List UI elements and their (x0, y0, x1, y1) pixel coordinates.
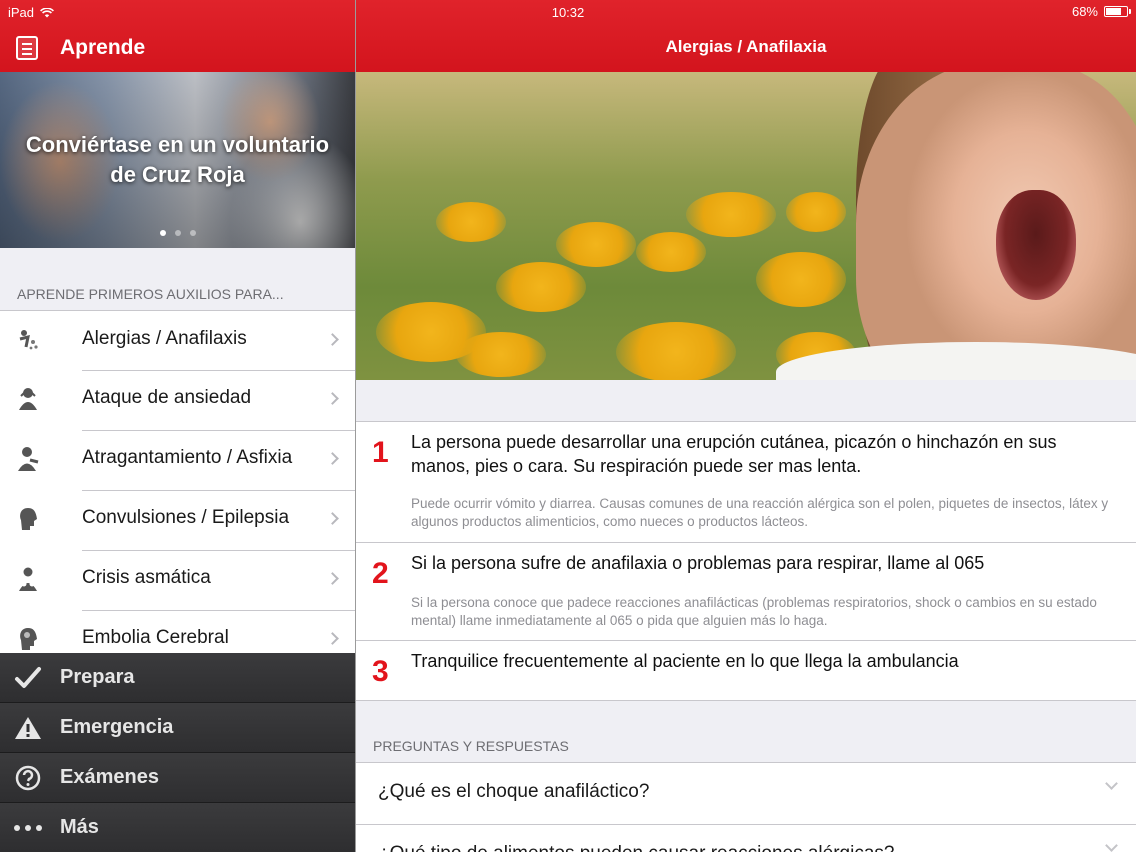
topic-list: Alergias / Anafilaxis Ataque de ansiedad… (0, 310, 355, 670)
step-sub-text: Si la persona conoce que padece reaccion… (411, 595, 1097, 628)
section-header: APRENDE PRIMEROS AUXILIOS PARA... (0, 248, 355, 310)
left-header: Aprende (0, 24, 355, 72)
qa-list: ¿Qué es el choque anafiláctico? ¿Qué tip… (356, 762, 1136, 852)
warning-icon (15, 717, 41, 739)
qa-section-header: PREGUNTAS Y RESPUESTAS (373, 738, 569, 754)
qa-item[interactable]: ¿Qué tipo de alimentos pueden causar rea… (356, 824, 1136, 852)
qa-question: ¿Qué es el choque anafiláctico? (378, 781, 650, 802)
step-main-text: La persona puede desarrollar una erupció… (411, 432, 1057, 476)
page-title: Alergias / Anafilaxia (665, 37, 827, 56)
qa-item[interactable]: ¿Qué es el choque anafiláctico? (356, 763, 1136, 824)
step-item: 2 Si la persona sufre de anafilaxia o pr… (356, 542, 1136, 640)
step-main-text: Si la persona sufre de anafilaxia o prob… (411, 553, 985, 573)
allergy-icon (19, 330, 38, 350)
battery-icon (1104, 6, 1131, 17)
more-icon (14, 825, 42, 831)
page-dot[interactable] (189, 230, 196, 236)
clock: 10:32 (551, 5, 585, 20)
hero-image (356, 72, 1136, 380)
bottom-tab-bar: Prepara Emergencia Exámenes Más (0, 653, 355, 852)
step-item: 3 Tranquilice frecuentemente al paciente… (356, 640, 1136, 700)
topic-label: Convulsiones / Epilepsia (82, 507, 290, 528)
topic-item-asmatica[interactable]: Crisis asmática (0, 550, 355, 610)
topic-label: Crisis asmática (82, 567, 211, 588)
tab-mas[interactable]: Más (0, 803, 355, 852)
step-sub-text: Puede ocurrir vómito y diarrea. Causas c… (411, 496, 1109, 529)
topic-label: Atragantamiento / Asfixia (82, 447, 293, 468)
topic-item-atragantamiento[interactable]: Atragantamiento / Asfixia (0, 430, 355, 490)
chevron-down-icon (1105, 839, 1118, 852)
battery-percent: 68% (1071, 4, 1098, 19)
tab-examenes[interactable]: Exámenes (0, 753, 355, 803)
topic-label: Ataque de ansiedad (82, 387, 252, 408)
promo-banner[interactable]: Conviértase en un voluntario de Cruz Roj… (0, 72, 355, 248)
app-screen: iPad 10:32 68% Aprende Alergias / Anafil… (0, 0, 1136, 852)
chevron-right-icon (326, 392, 339, 405)
tab-label: Más (60, 816, 99, 838)
banner-text: Conviértase en un voluntario de Cruz Roj… (0, 130, 355, 190)
chevron-right-icon (326, 632, 339, 645)
step-number: 3 (372, 655, 389, 688)
steps-list: 1 La persona puede desarrollar una erupc… (356, 421, 1136, 701)
step-item: 1 La persona puede desarrollar una erupc… (356, 422, 1136, 542)
topic-label: Embolia Cerebral (82, 627, 229, 648)
chevron-right-icon (326, 512, 339, 525)
chevron-right-icon (326, 452, 339, 465)
page-dot[interactable] (174, 230, 181, 236)
step-main-text: Tranquilice frecuentemente al paciente e… (411, 651, 959, 671)
left-panel: Conviértase en un voluntario de Cruz Roj… (0, 72, 355, 852)
topic-item-alergias[interactable]: Alergias / Anafilaxis (0, 310, 355, 370)
step-number: 2 (372, 557, 389, 590)
stroke-icon (20, 628, 37, 650)
topic-item-ansiedad[interactable]: Ataque de ansiedad (0, 370, 355, 430)
tab-emergencia[interactable]: Emergencia (0, 703, 355, 753)
anxiety-icon (19, 388, 37, 410)
chevron-right-icon (326, 572, 339, 585)
banner-text-line2: de Cruz Roja (110, 162, 245, 187)
tab-prepara[interactable]: Prepara (0, 653, 355, 703)
tab-label: Prepara (60, 666, 135, 688)
detail-panel: 1 La persona puede desarrollar una erupc… (356, 72, 1136, 852)
tab-label: Emergencia (60, 716, 174, 738)
battery-indicator: 68% (1071, 4, 1131, 19)
left-header-title: Aprende (60, 36, 146, 59)
checkmark-icon (15, 667, 41, 688)
page-dot[interactable] (159, 230, 166, 236)
status-bar: iPad 10:32 68% (0, 0, 1136, 24)
chevron-down-icon (1105, 777, 1118, 790)
seizure-icon (20, 508, 37, 530)
choking-icon (18, 447, 39, 471)
navigation-bar: iPad 10:32 68% Aprende Alergias / Anafil… (0, 0, 1136, 72)
page-indicator[interactable] (0, 230, 355, 236)
asthma-icon (19, 567, 37, 591)
split-divider (355, 0, 356, 852)
chevron-right-icon (326, 333, 339, 346)
qa-question: ¿Qué tipo de alimentos pueden causar rea… (378, 843, 894, 852)
book-icon (16, 36, 38, 60)
topic-label: Alergias / Anafilaxis (82, 328, 247, 349)
step-number: 1 (372, 436, 389, 469)
banner-text-line1: Conviértase en un voluntario (25, 132, 330, 157)
topic-item-convulsiones[interactable]: Convulsiones / Epilepsia (0, 490, 355, 550)
tab-label: Exámenes (60, 766, 159, 788)
question-icon (15, 765, 41, 791)
